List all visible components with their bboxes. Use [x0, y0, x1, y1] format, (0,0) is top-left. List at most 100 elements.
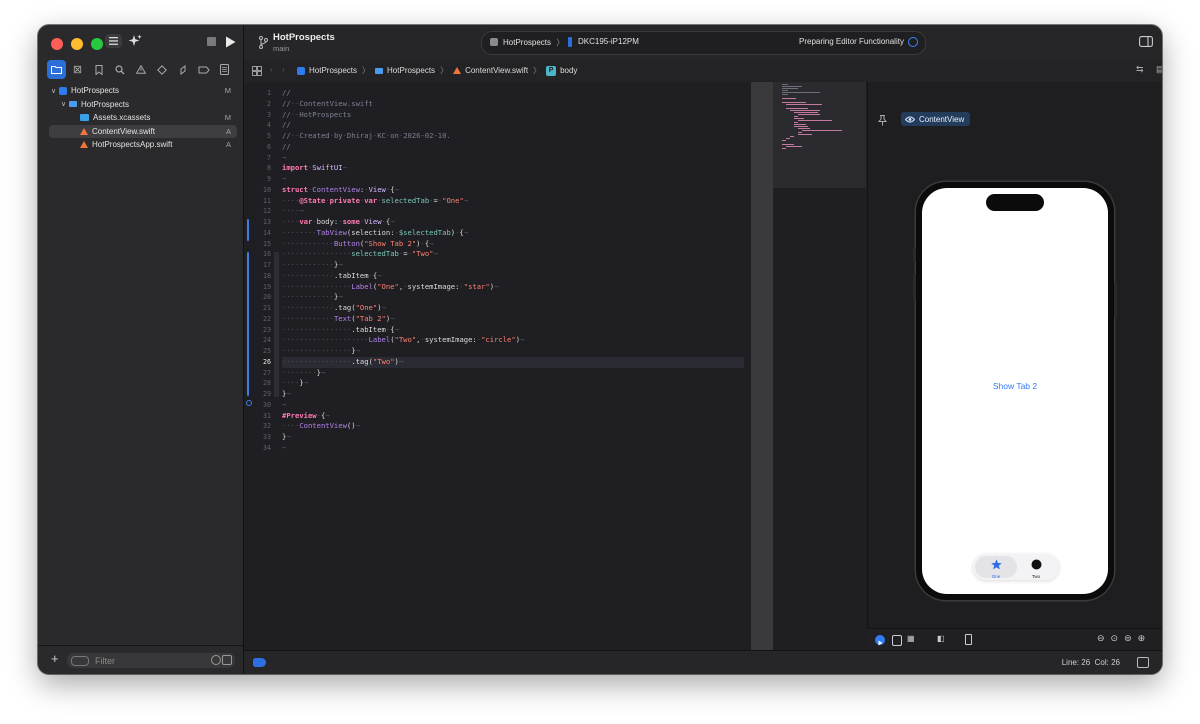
line-number[interactable]: 30 — [244, 400, 274, 411]
close-window-button[interactable] — [51, 38, 63, 50]
tree-row-app[interactable]: HotProspectsApp.swift A — [38, 138, 243, 152]
chevron-down-icon[interactable]: ∨ — [51, 87, 59, 95]
line-number[interactable]: 26 — [244, 357, 274, 368]
line-number[interactable]: 9 — [244, 174, 274, 185]
code-line[interactable]: ····}¬ — [282, 378, 744, 389]
line-number[interactable]: 16 — [244, 249, 274, 260]
line-number[interactable]: 25 — [244, 346, 274, 357]
code-line[interactable]: ················Label("One",·systemImage… — [282, 282, 744, 293]
chevron-down-icon[interactable]: ∨ — [61, 100, 69, 108]
issues-tab[interactable] — [131, 60, 150, 79]
toggle-navigator-button[interactable] — [105, 34, 122, 48]
code-line[interactable]: ¬ — [282, 153, 744, 164]
code-line[interactable]: ············.tag("One")¬ — [282, 303, 744, 314]
breadcrumb-item[interactable]: ContentView.swift — [465, 66, 528, 75]
code-lines[interactable]: ////··ContentView.swift//··HotProspects /… — [282, 88, 744, 454]
preview-tab[interactable]: ContentView — [901, 112, 971, 126]
back-button[interactable]: ‹ — [270, 65, 273, 74]
code-line[interactable]: }¬ — [282, 389, 744, 400]
code-line[interactable]: ················}¬ — [282, 346, 744, 357]
line-number[interactable]: 14 — [244, 228, 274, 239]
code-line[interactable]: ············}¬ — [282, 260, 744, 271]
line-number[interactable]: 5 — [244, 131, 274, 142]
run-button[interactable] — [225, 36, 236, 51]
stop-button[interactable] — [207, 37, 216, 46]
line-number[interactable]: 2 — [244, 99, 274, 110]
breadcrumb-item[interactable]: HotProspects — [309, 66, 357, 75]
tests-tab[interactable] — [152, 60, 171, 79]
minimize-window-button[interactable] — [71, 38, 83, 50]
code-line[interactable]: }¬ — [282, 432, 744, 443]
code-line[interactable]: ····ContentView()¬ — [282, 421, 744, 432]
code-line[interactable]: //··HotProspects — [282, 110, 744, 121]
line-number[interactable]: 23 — [244, 325, 274, 336]
tab-two[interactable]: Two — [1026, 557, 1046, 579]
line-number[interactable]: 1 — [244, 88, 274, 99]
recent-files-icon[interactable] — [211, 655, 221, 665]
code-line[interactable]: ············Text("Tab 2")¬ — [282, 314, 744, 325]
forward-button[interactable]: › — [282, 65, 285, 74]
fold-ribbon[interactable] — [274, 252, 279, 397]
code-line[interactable]: ················.tabItem·{¬ — [282, 325, 744, 336]
line-number[interactable]: 12 — [244, 206, 274, 217]
variants-grid-icon[interactable]: ▦ — [907, 634, 915, 643]
filter-field[interactable]: Filter — [67, 653, 235, 668]
debug-tab[interactable] — [173, 60, 192, 79]
code-line[interactable]: //··Created·by·Dhiraj·KC·on·2026-02-10. — [282, 131, 744, 142]
zoom-in-icon[interactable]: ⊕ — [1138, 633, 1146, 644]
code-line[interactable]: struct·ContentView:·View·{¬ — [282, 185, 744, 196]
line-number[interactable]: 32 — [244, 421, 274, 432]
add-icon[interactable]: + — [51, 651, 59, 666]
find-tab[interactable] — [110, 60, 129, 79]
line-number[interactable]: 33 — [244, 432, 274, 443]
code-line[interactable]: ¬ — [282, 174, 744, 185]
code-line[interactable]: //··ContentView.swift — [282, 99, 744, 110]
code-line[interactable]: ········}¬ — [282, 368, 744, 379]
code-line[interactable]: ····@State·private·var·selectedTab·=·"On… — [282, 196, 744, 207]
zoom-out-icon[interactable]: ⊖ — [1097, 633, 1105, 644]
zoom-fit-icon[interactable]: ⊙ — [1111, 633, 1119, 644]
line-number[interactable]: 27 — [244, 368, 274, 379]
grid-icon[interactable] — [252, 66, 262, 78]
line-number[interactable]: 6 — [244, 142, 274, 153]
filter-options-icon[interactable] — [222, 655, 232, 665]
line-number[interactable]: 22 — [244, 314, 274, 325]
code-editor[interactable]: 1 2 3 4 5 6 7 8 9 10 11 12 13 14 15 16 17 18 19 20 21 22 23 24 2… — [244, 82, 751, 650]
line-number[interactable]: 4 — [244, 120, 274, 131]
swap-icon[interactable]: ⇆ — [1136, 64, 1144, 75]
source-control-tab[interactable]: ⊠ — [68, 60, 87, 79]
code-line[interactable]: ¬ — [282, 443, 744, 454]
code-line[interactable]: #Preview·{¬ — [282, 411, 744, 422]
tree-row-assets[interactable]: Assets.xcassets M — [38, 111, 243, 125]
reports-tab[interactable] — [215, 60, 234, 79]
line-number[interactable]: 31 — [244, 411, 274, 422]
project-navigator-tab[interactable] — [47, 60, 66, 79]
line-number[interactable]: 21 — [244, 303, 274, 314]
line-number[interactable]: 13 — [244, 217, 274, 228]
tree-row-contentview[interactable]: ContentView.swift A — [49, 124, 237, 138]
device-icon[interactable] — [965, 634, 972, 645]
code-line[interactable]: // — [282, 88, 744, 99]
line-number[interactable]: 8 — [244, 163, 274, 174]
pin-icon[interactable] — [877, 113, 888, 131]
line-number[interactable]: 20 — [244, 292, 274, 303]
zoom-actual-icon[interactable]: ⊜ — [1124, 633, 1132, 644]
line-number[interactable]: 19 — [244, 282, 274, 293]
code-line[interactable]: ················selectedTab·=·"Two"¬ — [282, 249, 744, 260]
selectable-mode-icon[interactable] — [892, 635, 902, 646]
code-line[interactable]: ····················Label("Two",·systemI… — [282, 335, 744, 346]
editor-scroll-gutter[interactable] — [751, 82, 773, 650]
line-number[interactable]: 7 — [244, 153, 274, 164]
code-line[interactable]: ¬ — [282, 400, 744, 411]
code-line[interactable]: ················.tag("Two")¬ — [282, 356, 744, 368]
editor-options-icon[interactable]: ▤ — [1156, 64, 1162, 75]
tab-one[interactable]: One — [986, 557, 1006, 579]
toggle-debug-area-icon[interactable] — [1137, 657, 1149, 668]
live-preview-button[interactable] — [875, 635, 885, 646]
filter-scope-icon[interactable] — [71, 655, 89, 666]
line-number[interactable]: 29 — [244, 389, 274, 400]
code-line[interactable]: // — [282, 142, 744, 153]
line-number[interactable]: 3 — [244, 110, 274, 121]
breadcrumb-item[interactable]: body — [560, 66, 577, 75]
sparkle-icon[interactable] — [128, 34, 142, 51]
